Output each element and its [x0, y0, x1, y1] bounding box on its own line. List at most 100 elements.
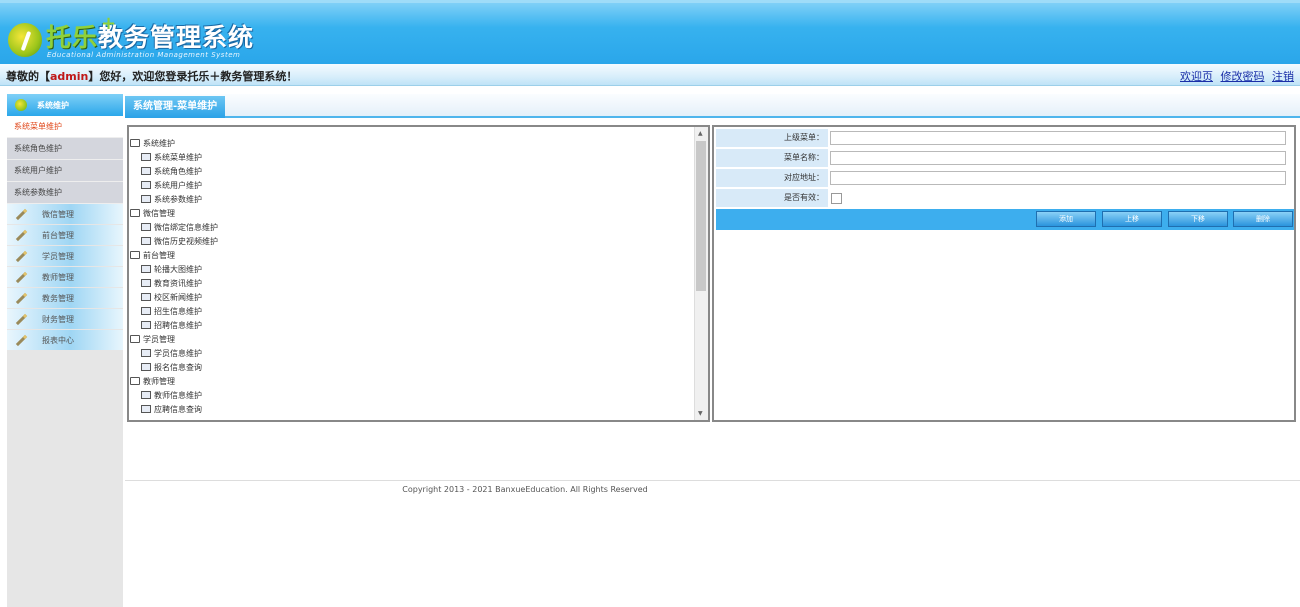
sidebar-item-finance[interactable]: 财务管理 — [7, 309, 123, 329]
tree-node-label: 教师管理 — [143, 376, 175, 386]
sidebar-header[interactable]: 系统维护 — [7, 94, 123, 116]
sidebar-item-frontend[interactable]: 前台管理 — [7, 225, 123, 245]
sidebar-item-param-maintenance[interactable]: 系统参数维护 — [7, 182, 123, 204]
tree-leaf-label: 报名信息查询 — [154, 362, 202, 372]
top-links: 欢迎页 修改密码 注销 — [1176, 68, 1294, 84]
tree-leaf-label: 微信历史视频维护 — [154, 236, 218, 246]
menu-tree-panel: 系统维护 系统菜单维护 系统角色维护 系统用户维护 系统参数维护 微信管理 微信… — [127, 125, 710, 422]
logo-icon — [15, 99, 27, 111]
app-subtitle: Educational Administration Management Sy… — [47, 51, 241, 59]
logo-brand: 托乐 — [46, 23, 99, 52]
menu-name-label: 菜单名称： — [716, 149, 828, 167]
url-input[interactable] — [830, 171, 1286, 185]
tree-leaf-label: 系统用户维护 — [154, 180, 202, 190]
tree-leaf[interactable]: 学员信息维护 — [129, 346, 697, 360]
page-icon — [141, 195, 151, 203]
tree-node[interactable]: 学员管理 — [129, 332, 697, 346]
tree-leaf-label: 校区新闻维护 — [154, 292, 202, 302]
tree-leaf[interactable]: 招聘信息维护 — [129, 318, 697, 332]
change-password-link[interactable]: 修改密码 — [1221, 70, 1265, 83]
tree-leaf[interactable]: 微信历史视频维护 — [129, 234, 697, 248]
tree-leaf-label: 应聘信息查询 — [154, 404, 202, 414]
tree-node-label: 微信管理 — [143, 208, 175, 218]
add-button[interactable]: 添加 — [1036, 211, 1096, 227]
tree-scrollbar[interactable]: ▲ ▼ — [694, 127, 708, 420]
sidebar-item-label: 学员管理 — [42, 251, 74, 261]
url-label: 对应地址： — [716, 169, 828, 187]
delete-button[interactable]: 删除 — [1233, 211, 1293, 227]
tree-leaf[interactable]: 微信绑定信息维护 — [129, 220, 697, 234]
page-icon — [141, 181, 151, 189]
tree-node-label: 学员管理 — [143, 334, 175, 344]
logout-link[interactable]: 注销 — [1272, 70, 1294, 83]
page-icon — [141, 349, 151, 357]
sidebar-item-teachers[interactable]: 教师管理 — [7, 267, 123, 287]
logo-plus: + — [101, 13, 117, 34]
welcome-prefix: 尊敬的【 — [6, 70, 50, 83]
tree-leaf-label: 轮播大图维护 — [154, 264, 202, 274]
scroll-thumb[interactable] — [696, 141, 706, 291]
app-header: 托乐教务管理系统 + Educational Administration Ma… — [0, 0, 1300, 64]
tree-leaf[interactable]: 系统角色维护 — [129, 164, 697, 178]
sidebar-item-label: 教师管理 — [42, 272, 74, 282]
tree-leaf-label: 系统菜单维护 — [154, 152, 202, 162]
sidebar-item-menu-maintenance[interactable]: 系统菜单维护 — [7, 116, 123, 138]
tree-leaf[interactable]: 轮播大图维护 — [129, 262, 697, 276]
tree-leaf[interactable]: 系统用户维护 — [129, 178, 697, 192]
form-row-parent: 上级菜单： — [716, 129, 1294, 147]
tree-leaf-label: 招生信息维护 — [154, 306, 202, 316]
tree-leaf[interactable]: 校区新闻维护 — [129, 290, 697, 304]
valid-label: 是否有效： — [716, 189, 828, 207]
copyright: Copyright 2013 - 2021 BanxueEducation. A… — [402, 485, 648, 494]
folder-icon — [130, 139, 140, 147]
sidebar-item-wechat[interactable]: 微信管理 — [7, 204, 123, 224]
sidebar-item-academic[interactable]: 教务管理 — [7, 288, 123, 308]
tree-leaf[interactable]: 招生信息维护 — [129, 304, 697, 318]
move-down-button[interactable]: 下移 — [1168, 211, 1228, 227]
tree-leaf[interactable]: 教师信息维护 — [129, 388, 697, 402]
tree-node[interactable]: 前台管理 — [129, 248, 697, 262]
form-row-name: 菜单名称： — [716, 149, 1294, 167]
sidebar-item-students[interactable]: 学员管理 — [7, 246, 123, 266]
welcome-message: 尊敬的【admin】您好，欢迎您登录托乐＋教务管理系统！ — [6, 68, 297, 84]
page-icon — [141, 279, 151, 287]
folder-icon — [130, 335, 140, 343]
tree-leaf[interactable]: 系统菜单维护 — [129, 150, 697, 164]
tree-leaf[interactable]: 报名信息查询 — [129, 360, 697, 374]
tree-node[interactable]: 系统维护 — [129, 136, 697, 150]
tree-node-label: 前台管理 — [143, 250, 175, 260]
scroll-down-icon[interactable]: ▼ — [698, 410, 703, 417]
app-title: 托乐教务管理系统 — [46, 18, 254, 54]
move-up-button[interactable]: 上移 — [1102, 211, 1162, 227]
sidebar-item-label: 报表中心 — [42, 335, 74, 345]
logo-icon — [8, 23, 42, 57]
valid-checkbox[interactable] — [831, 192, 842, 204]
pencil-icon — [15, 313, 28, 325]
menu-name-input[interactable] — [830, 151, 1286, 165]
tab-bar: 系统管理-菜单维护 — [125, 94, 1300, 118]
page-icon — [141, 153, 151, 161]
sidebar-item-reports[interactable]: 报表中心 — [7, 330, 123, 350]
tree-leaf[interactable]: 教育资讯维护 — [129, 276, 697, 290]
pencil-icon — [15, 292, 28, 304]
sidebar-item-user-maintenance[interactable]: 系统用户维护 — [7, 160, 123, 182]
logo-title-text: 教务管理系统 — [98, 23, 255, 52]
sidebar-item-role-maintenance[interactable]: 系统角色维护 — [7, 138, 123, 160]
tab-menu-maintenance[interactable]: 系统管理-菜单维护 — [125, 96, 226, 118]
welcome-page-link[interactable]: 欢迎页 — [1180, 70, 1213, 83]
scroll-up-icon[interactable]: ▲ — [698, 130, 703, 137]
tree-leaf[interactable]: 系统参数维护 — [129, 192, 697, 206]
tree-leaf[interactable]: 应聘信息查询 — [129, 402, 697, 416]
menu-tree: 系统维护 系统菜单维护 系统角色维护 系统用户维护 系统参数维护 微信管理 微信… — [129, 136, 697, 416]
username: admin — [50, 70, 89, 83]
page-icon — [141, 167, 151, 175]
pencil-icon — [15, 271, 28, 283]
parent-menu-input[interactable] — [830, 131, 1286, 145]
pencil-icon — [15, 250, 28, 262]
footer-divider — [125, 480, 1300, 481]
action-bar: 添加 上移 下移 删除 — [716, 209, 1294, 230]
tree-leaf-label: 系统参数维护 — [154, 194, 202, 204]
tree-node[interactable]: 微信管理 — [129, 206, 697, 220]
pencil-icon — [15, 229, 28, 241]
tree-node[interactable]: 教师管理 — [129, 374, 697, 388]
